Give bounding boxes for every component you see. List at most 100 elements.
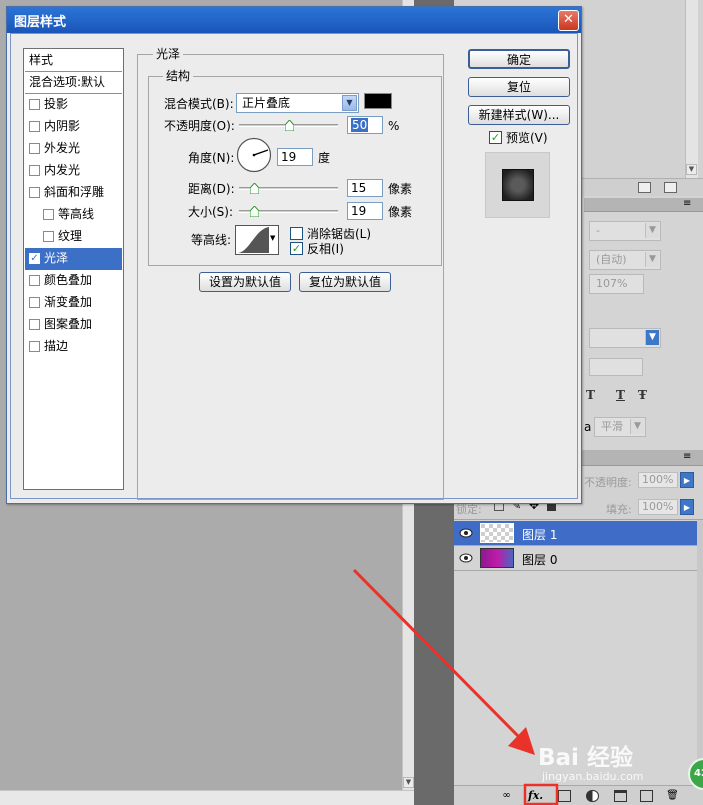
style-item[interactable]: 内阴影 bbox=[25, 116, 122, 138]
style-item[interactable]: 等高线 bbox=[25, 204, 122, 226]
set-default-button[interactable]: 设置为默认值 bbox=[199, 272, 291, 292]
structure-group-title: 结构 bbox=[163, 69, 194, 83]
layer-style-dialog: 图层样式 ✕ 样式 混合选项:默认 投影 内阴影外发光内发光斜面和浮雕 等高线纹理 ✓… bbox=[6, 6, 582, 504]
eye-icon[interactable] bbox=[459, 527, 473, 539]
style-item-label: 光泽 bbox=[44, 251, 69, 265]
style-item-label: 内发光 bbox=[44, 163, 81, 177]
layer-fill-value: 100% bbox=[642, 500, 674, 513]
chevron-down-icon: ▼ bbox=[630, 419, 644, 434]
antialias-value: 平滑 bbox=[601, 420, 623, 433]
style-item[interactable]: 渐变叠加 bbox=[25, 292, 122, 314]
blend-mode-select[interactable]: 正片叠底 ▼ bbox=[236, 93, 359, 113]
set-default-label: 设置为默认值 bbox=[208, 275, 281, 289]
font-style-select: - ▼ bbox=[589, 221, 661, 241]
style-item-label: 外发光 bbox=[44, 141, 81, 155]
angle-input[interactable]: 19 bbox=[277, 148, 313, 166]
style-item-label: 描边 bbox=[44, 339, 69, 353]
distance-slider-thumb[interactable] bbox=[250, 183, 259, 194]
dialog-title: 图层样式 bbox=[14, 15, 67, 30]
trash-icon[interactable]: 🗑 bbox=[666, 790, 679, 802]
size-slider-thumb[interactable] bbox=[250, 206, 259, 217]
character-panel: - ▼ (自动) ▼ 107% ▼ T T Ŧ a 平滑 ▼ bbox=[584, 212, 703, 450]
style-item[interactable]: 纹理 bbox=[25, 226, 122, 248]
preview-checkbox[interactable]: ✓ bbox=[489, 131, 502, 144]
style-item-checkbox[interactable] bbox=[29, 99, 40, 110]
reset-default-button[interactable]: 复位为默认值 bbox=[299, 272, 391, 292]
chevron-down-icon[interactable]: ▼ bbox=[342, 95, 357, 111]
size-label: 大小(S): bbox=[188, 205, 234, 219]
contour-curve-icon bbox=[237, 227, 269, 253]
panel-menu-icon[interactable]: ≡ bbox=[683, 451, 691, 462]
style-item[interactable]: 描边 bbox=[25, 336, 122, 358]
angle-dial-icon[interactable] bbox=[236, 137, 272, 173]
color-select[interactable]: ▼ bbox=[589, 328, 661, 348]
distance-input[interactable]: 15 bbox=[347, 179, 383, 197]
subscript-button[interactable]: T bbox=[586, 388, 595, 402]
contour-picker[interactable]: ▼ bbox=[235, 225, 279, 255]
new-item-icon[interactable] bbox=[638, 182, 651, 193]
new-style-button[interactable]: 新建样式(W)... bbox=[468, 105, 570, 125]
style-item-checkbox[interactable] bbox=[29, 121, 40, 132]
styles-header-label: 样式 bbox=[29, 53, 54, 67]
watermark-logo: Bai 经验 bbox=[538, 745, 633, 771]
style-item-checkbox[interactable] bbox=[29, 187, 40, 198]
close-button[interactable]: ✕ bbox=[558, 10, 579, 31]
chevron-down-icon: ▼ bbox=[645, 252, 659, 267]
style-item-checkbox[interactable] bbox=[29, 341, 40, 352]
anti-alias-checkbox[interactable] bbox=[290, 227, 303, 240]
style-item-checkbox[interactable]: ✓ bbox=[29, 253, 40, 264]
layer-name[interactable]: 图层 1 bbox=[522, 526, 557, 543]
styles-header[interactable]: 样式 bbox=[25, 50, 122, 72]
satin-color-swatch[interactable] bbox=[364, 93, 392, 109]
style-item[interactable]: 斜面和浮雕 bbox=[25, 182, 122, 204]
preview-label: 预览(V) bbox=[506, 131, 548, 145]
style-item[interactable]: 内发光 bbox=[25, 160, 122, 182]
opacity-unit: % bbox=[388, 119, 400, 133]
layer-row-1[interactable]: 图层 1 bbox=[454, 521, 697, 546]
style-item-label: 颜色叠加 bbox=[44, 273, 93, 287]
scroll-down-icon[interactable]: ▼ bbox=[686, 164, 697, 175]
adjustment-layer-icon[interactable] bbox=[586, 790, 599, 802]
style-item[interactable]: 投影 bbox=[25, 94, 122, 116]
fill-slider-button[interactable]: ▶ bbox=[680, 499, 694, 515]
panel-menu-icon[interactable]: ≡ bbox=[683, 198, 691, 209]
group-folder-icon[interactable] bbox=[614, 790, 627, 802]
layer-fill-field: 100% bbox=[638, 499, 678, 515]
style-item-checkbox[interactable] bbox=[29, 297, 40, 308]
style-item-checkbox[interactable] bbox=[29, 165, 40, 176]
style-item-checkbox[interactable] bbox=[43, 231, 54, 242]
style-item-checkbox[interactable] bbox=[43, 209, 54, 220]
angle-unit: 度 bbox=[318, 151, 331, 165]
style-item-checkbox[interactable] bbox=[29, 319, 40, 330]
style-item[interactable]: 外发光 bbox=[25, 138, 122, 160]
invert-checkbox[interactable]: ✓ bbox=[290, 242, 303, 255]
style-item[interactable]: 图案叠加 bbox=[25, 314, 122, 336]
style-item-checkbox[interactable] bbox=[29, 143, 40, 154]
opacity-input[interactable]: 50 bbox=[347, 116, 383, 134]
chevron-down-icon[interactable]: ▼ bbox=[270, 234, 275, 242]
trash-icon[interactable] bbox=[664, 182, 677, 193]
reset-button[interactable]: 复位 bbox=[468, 77, 570, 97]
dialog-titlebar[interactable]: 图层样式 ✕ bbox=[7, 7, 581, 33]
style-item-label: 纹理 bbox=[58, 229, 83, 243]
character-panel-header: ≡ bbox=[584, 198, 703, 212]
style-item-label: 渐变叠加 bbox=[44, 295, 93, 309]
style-item-checkbox[interactable] bbox=[29, 275, 40, 286]
style-item[interactable]: 颜色叠加 bbox=[25, 270, 122, 292]
style-item[interactable]: ✓ 光泽 bbox=[25, 248, 122, 270]
underline-button[interactable]: T bbox=[616, 388, 625, 402]
text-color-swatch[interactable] bbox=[589, 358, 643, 376]
opacity-slider-button[interactable]: ▶ bbox=[680, 472, 694, 488]
chevron-down-icon[interactable]: ▼ bbox=[645, 330, 659, 345]
size-input[interactable]: 19 bbox=[347, 202, 383, 220]
opacity-slider-thumb[interactable] bbox=[285, 120, 294, 131]
invert-label: 反相(I) bbox=[307, 242, 344, 256]
blending-options-item[interactable]: 混合选项:默认 bbox=[25, 72, 122, 94]
chevron-down-icon: ▼ bbox=[645, 223, 659, 238]
new-layer-icon[interactable] bbox=[640, 790, 653, 802]
layers-scrollbar[interactable] bbox=[697, 520, 703, 785]
size-value: 19 bbox=[351, 204, 367, 218]
strikethrough-button[interactable]: Ŧ bbox=[638, 388, 647, 402]
top-panel-scrollbar[interactable]: ▼ bbox=[685, 0, 698, 178]
ok-button[interactable]: 确定 bbox=[468, 49, 570, 69]
